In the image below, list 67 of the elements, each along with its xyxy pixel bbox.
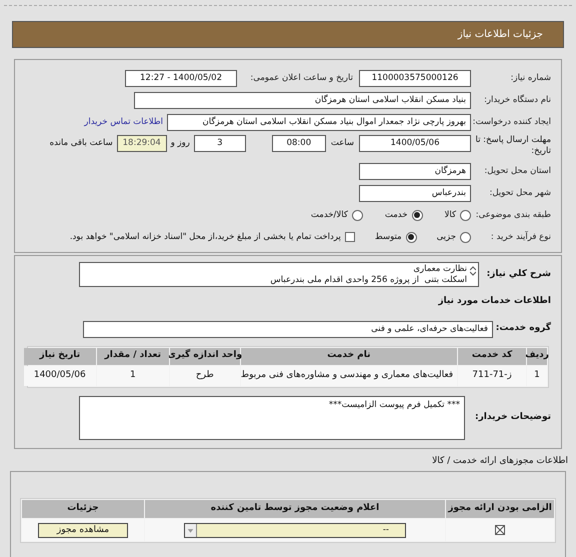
field-label: توضیحات خریدار: — [474, 410, 551, 424]
column-header: جزئیات — [22, 500, 144, 518]
buyer-notes-field[interactable]: *** تکمیل فرم پیوست الزامیست*** — [79, 396, 465, 440]
field-label: نام دستگاه خریدار: — [483, 94, 551, 106]
time-label: ساعت — [330, 137, 354, 150]
field-label: شرح کلي نياز: — [486, 268, 551, 281]
column-header: الزامی بودن ارائه مجوز — [446, 500, 554, 518]
checkbox[interactable] — [344, 232, 355, 242]
field-label: شماره نیاز: — [510, 72, 551, 84]
deadline-time-field[interactable]: 08:00 — [272, 135, 326, 152]
description-line: اسکلت بتنی از پروژه 256 واحدی اقدام ملی بندرعباس — [270, 275, 467, 286]
radio-label: خدمت — [384, 208, 408, 222]
radio-button[interactable] — [460, 232, 471, 242]
table-cell: 1400/05/06 — [24, 366, 96, 386]
column-header: واحد اندازه گیری — [170, 348, 240, 364]
field-label: نوع فرآیند خرید : — [490, 230, 551, 244]
radio-button[interactable] — [352, 210, 363, 220]
field-label: طبقه بندی موضوعی: — [474, 208, 551, 222]
radio-button[interactable] — [412, 210, 423, 220]
radio-label: کالا — [444, 208, 456, 222]
remaining-time-field[interactable]: 18:29:04 — [116, 135, 167, 152]
field-label: استان محل تحویل: — [483, 164, 551, 178]
column-header: تعداد / مقدار — [96, 348, 169, 364]
city-field[interactable]: بندرعباس — [359, 184, 471, 202]
days-label: روز و — [170, 137, 190, 150]
view-permit-button[interactable]: مشاهده مجوز — [38, 522, 128, 538]
contact-link[interactable]: اطلاعات تماس خریدار — [84, 116, 163, 128]
caret-icon[interactable] — [185, 524, 197, 536]
column-header: تاریخ نیاز — [24, 348, 96, 364]
radio-label: متوسط — [374, 230, 402, 244]
remaining-label: ساعت باقی مانده — [50, 137, 113, 150]
field-label: تاریخ و ساعت اعلان عمومی: — [249, 72, 353, 84]
column-header: اعلام وضعیت مجوز توسط تامین کننده — [145, 500, 445, 518]
status-dropdown[interactable]: -- — [184, 522, 406, 538]
announce-date-field[interactable]: 1400/05/02 - 12:27 — [125, 70, 237, 86]
scroll-arrows-icon[interactable] — [470, 266, 476, 276]
province-field[interactable]: هرمزگان — [359, 162, 471, 180]
table-cell: 1 — [527, 366, 547, 386]
field-label: گروه خدمت: — [494, 322, 551, 336]
field-label: مهلت ارسال پاسخ: تا تاریخ: — [474, 135, 551, 157]
table-cell: فعالیت‌های معماری و مهندسی و مشاوره‌های فنی مربوط — [240, 366, 457, 386]
creator-field[interactable]: بهروز پارچی نژاد جمعدار اموال بنیاد مسکن انقلاب اسلامی استان هرمزگان — [167, 114, 471, 130]
table-cell: طرح — [170, 366, 240, 386]
radio-label: جزیی — [436, 230, 456, 244]
service-group-field[interactable]: فعالیت‌های حرفه‌ای، علمی و فنی — [83, 320, 493, 338]
field-label: ایجاد کننده درخواست: — [472, 116, 551, 128]
deadline-date-field[interactable]: 1400/05/06 — [359, 135, 471, 152]
description-field[interactable]: نظارت معماری اسکلت بتنی از پروژه 256 واحدی اقدام ملی بندرعباس — [79, 262, 479, 287]
radio-button[interactable] — [406, 232, 417, 242]
column-header: کد خدمت — [458, 348, 526, 364]
column-header: ردیف — [527, 348, 547, 364]
payment-note: پرداخت تمام یا بخشی از مبلغ خرید،از محل "اسناد خزانه اسلامی" خواهد بود. — [70, 230, 341, 244]
section-title: اطلاعات مجوزهای ارائه خدمت / کالا — [431, 454, 568, 468]
radio-button[interactable] — [460, 210, 471, 220]
radio-label: کالا/خدمت — [310, 208, 348, 222]
days-field[interactable]: 3 — [194, 135, 246, 152]
section-title: اطلاعات خدمات مورد نیاز — [438, 295, 551, 308]
dropdown-value: -- — [382, 524, 390, 536]
table-cell: ز-71-711 — [458, 366, 526, 386]
buyer-name-field[interactable]: بنیاد مسکن انقلاب اسلامی استان هرمزگان — [134, 92, 471, 108]
buyer-notes-text: *** تکمیل فرم پیوست الزامیست*** — [328, 400, 460, 410]
column-header: نام خدمت — [240, 348, 457, 364]
field-label: شهر محل تحویل: — [488, 186, 551, 200]
description-line: نظارت معماری — [412, 264, 467, 275]
need-number-field[interactable]: 1100003575000126 — [359, 70, 471, 86]
table-cell: 1 — [96, 366, 169, 386]
header-title: جزئیات اطلاعات نیاز — [458, 28, 543, 42]
